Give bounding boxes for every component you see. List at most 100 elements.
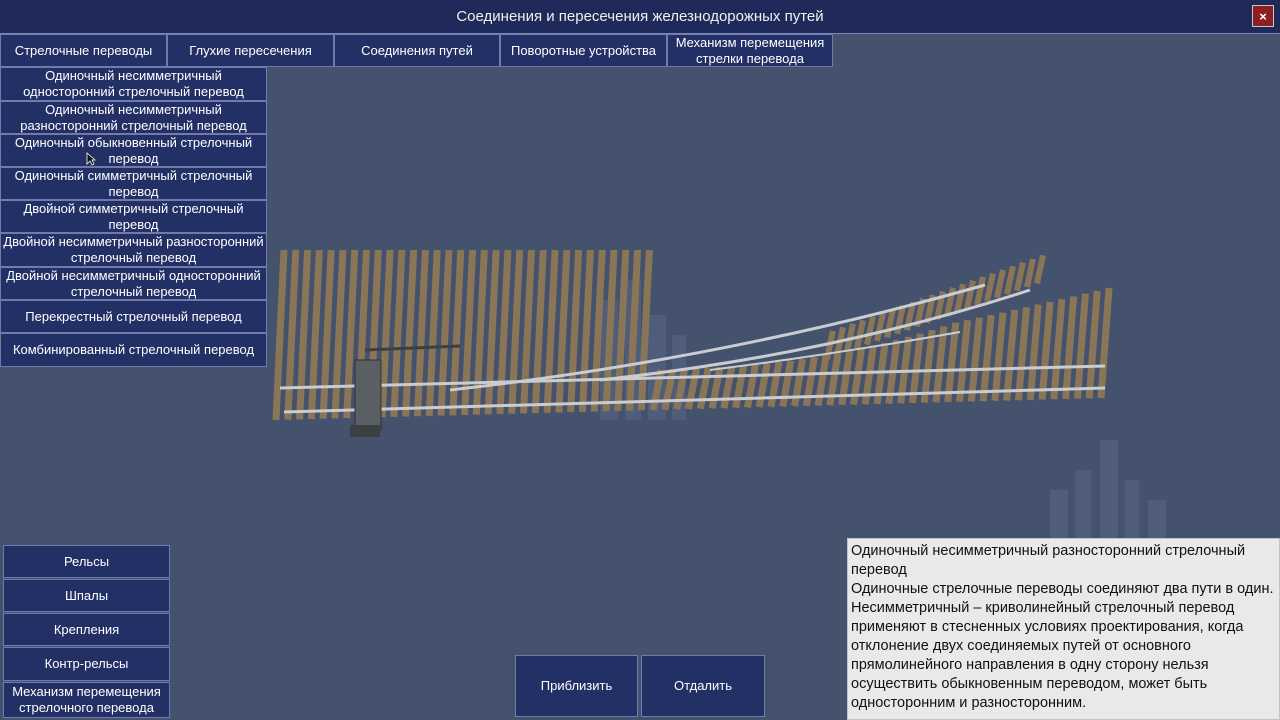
sleeper — [708, 366, 724, 410]
sleeper — [743, 363, 759, 409]
tab-turntables[interactable]: Поворотные устройства — [500, 34, 667, 67]
tab-label: Соединения путей — [361, 42, 473, 58]
switch-type-label: Одиночный обыкновенный стрелочный перево… — [14, 134, 253, 166]
sleeper — [296, 250, 312, 420]
sleeper — [531, 250, 547, 414]
tab-switches[interactable]: Стрелочные переводы — [0, 34, 167, 67]
sleeper — [390, 250, 406, 418]
sleeper — [854, 319, 866, 349]
description-panel: Одиночный несимметричный разносторонний … — [847, 538, 1280, 720]
title-bar: Соединения и пересечения железнодорожных… — [0, 0, 1280, 34]
sleeper — [814, 354, 830, 407]
sleeper — [496, 250, 512, 415]
sleeper — [555, 250, 571, 413]
sleeper — [1026, 304, 1042, 401]
switch-type-item[interactable]: Двойной несимметричный односторонний стр… — [0, 267, 267, 300]
sleeper — [272, 250, 288, 421]
close-button[interactable]: × — [1252, 5, 1274, 27]
component-label: Крепления — [53, 621, 120, 637]
sleeper — [864, 315, 876, 346]
switch-type-item[interactable]: Одиночный симметричный стрелочный перево… — [0, 167, 267, 200]
sleeper — [1034, 254, 1046, 285]
tab-label: Механизм перемещения стрелки перевода — [675, 34, 825, 66]
component-sleepers-button[interactable]: Шпалы — [3, 579, 170, 612]
description-text: Одиночные стрелочные переводы соединяют … — [851, 581, 1274, 711]
sleeper — [402, 250, 418, 417]
sleeper — [284, 250, 300, 420]
sleeper — [378, 250, 394, 418]
sleeper — [1015, 306, 1030, 401]
sleeper — [520, 250, 535, 414]
sleeper — [1024, 258, 1036, 288]
sleeper — [874, 312, 886, 342]
sleeper — [319, 250, 335, 419]
sleeper — [894, 305, 906, 335]
component-guard-rails-button[interactable]: Контр-рельсы — [3, 647, 170, 681]
sleeper — [1073, 293, 1089, 399]
sleeper — [732, 364, 748, 409]
sleeper — [779, 359, 795, 408]
sleeper — [484, 250, 500, 415]
switch-type-label: Одиночный несимметричный разносторонний … — [20, 101, 247, 133]
close-icon: × — [1259, 8, 1267, 24]
mouse-cursor-icon — [86, 152, 96, 166]
tab-switch-mechanism[interactable]: Механизм перемещения стрелки перевода — [667, 34, 833, 67]
sleeper — [567, 250, 583, 413]
switch-type-item[interactable]: Одиночный несимметричный разносторонний … — [0, 101, 267, 134]
component-label: Рельсы — [63, 553, 110, 569]
sleeper — [461, 250, 477, 416]
sleeper — [331, 250, 347, 419]
switch-type-item[interactable]: Двойной несимметричный разносторонний ст… — [0, 233, 267, 267]
sleeper — [979, 314, 995, 402]
switch-type-item[interactable]: Двойной симметричный стрелочный перевод — [0, 200, 267, 233]
sleeper — [343, 250, 359, 419]
sleeper — [791, 358, 807, 407]
sleeper — [994, 269, 1006, 299]
sleeper — [614, 250, 630, 412]
switch-type-item[interactable]: Одиночный обыкновенный стрелочный перево… — [0, 134, 267, 167]
tab-label: Глухие пересечения — [189, 42, 312, 58]
component-label: Контр-рельсы — [44, 656, 129, 671]
sleeper — [1050, 298, 1066, 400]
switch-type-item[interactable]: Одиночный несимметричный односторонний с… — [0, 67, 267, 101]
switch-type-label: Одиночный несимметричный односторонний с… — [23, 68, 244, 99]
component-fastenings-button[interactable]: Крепления — [3, 613, 170, 646]
switch-type-label: Одиночный симметричный стрелочный перево… — [14, 167, 253, 199]
sleeper — [661, 368, 677, 411]
switch-type-item[interactable]: Комбинированный стрелочный перевод — [0, 333, 267, 367]
sleeper — [956, 319, 972, 403]
switch-type-label: Двойной несимметричный разносторонний ст… — [3, 234, 264, 265]
sleeper — [944, 287, 956, 317]
switch-mechanism-icon — [350, 425, 380, 437]
zoom-out-button[interactable]: Отдалить — [641, 655, 765, 717]
component-rails-button[interactable]: Рельсы — [3, 545, 170, 578]
sleeper — [626, 250, 642, 411]
tab-diamond-crossings[interactable]: Глухие пересечения — [167, 34, 334, 67]
sleeper — [437, 250, 453, 416]
switch-type-item[interactable]: Перекрестный стрелочный перевод — [0, 300, 267, 333]
sleeper — [1014, 261, 1026, 292]
sleeper — [578, 250, 594, 413]
sleeper — [590, 250, 606, 412]
zoom-in-label: Приблизить — [540, 678, 613, 693]
description-title: Одиночный несимметричный разносторонний … — [851, 543, 1246, 578]
sleeper — [767, 361, 783, 408]
sleeper — [472, 250, 488, 415]
sleeper — [1062, 296, 1078, 400]
sleeper — [673, 368, 689, 410]
sleeper — [425, 250, 441, 417]
sleeper — [649, 369, 665, 411]
zoom-in-button[interactable]: Приблизить — [515, 655, 638, 717]
tab-track-connections[interactable]: Соединения путей — [334, 34, 500, 67]
sleeper — [1003, 309, 1019, 401]
sleeper — [685, 367, 700, 410]
sleeper — [637, 250, 653, 411]
sleeper — [508, 250, 524, 414]
sleeper — [720, 365, 736, 409]
sleeper — [543, 250, 559, 413]
track-switch-3d-view[interactable] — [270, 250, 1120, 450]
sleeper — [307, 250, 323, 420]
component-mechanism-button[interactable]: Механизм перемещения стрелочного перевод… — [3, 682, 170, 718]
sleeper — [984, 272, 996, 303]
switch-type-label: Перекрестный стрелочный перевод — [25, 308, 242, 324]
